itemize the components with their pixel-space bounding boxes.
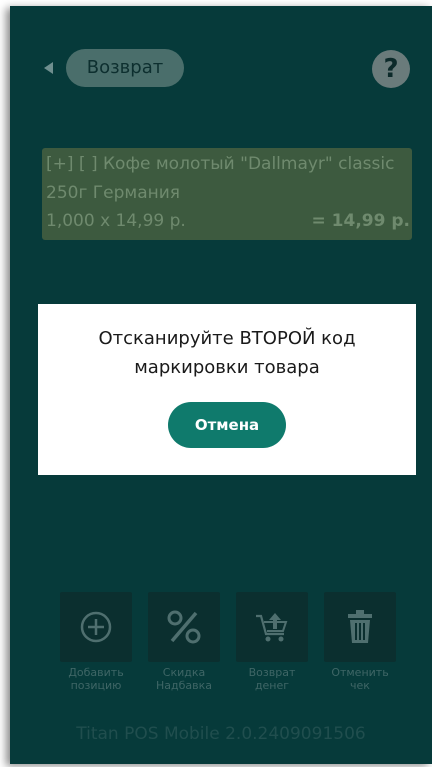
item-total: = 14,99 р. bbox=[311, 211, 410, 231]
discount-action[interactable]: Скидка Надбавка bbox=[148, 592, 220, 692]
help-icon[interactable]: ? bbox=[372, 50, 410, 88]
return-mode-button[interactable]: Возврат bbox=[66, 49, 184, 87]
dialog-message-line1: Отсканируйте ВТОРОЙ код bbox=[98, 328, 356, 349]
cancel-check-button[interactable] bbox=[324, 592, 396, 662]
dialog-message-line2: маркировки товара bbox=[134, 357, 320, 378]
discount-label: Скидка Надбавка bbox=[155, 666, 212, 692]
cancel-check-label: Отменить чек bbox=[331, 666, 389, 692]
add-position-action[interactable]: Добавить позицию bbox=[60, 592, 132, 692]
cancel-check-action[interactable]: Отменить чек bbox=[324, 592, 396, 692]
item-name: [+] [ ] Кофе молотый "Dallmayr" classic … bbox=[46, 154, 395, 203]
discount-button[interactable] bbox=[148, 592, 220, 662]
refund-action[interactable]: Возврат денег bbox=[236, 592, 308, 692]
back-arrow-icon[interactable] bbox=[44, 62, 53, 74]
return-cart-icon bbox=[256, 613, 288, 642]
add-position-button[interactable] bbox=[60, 592, 132, 662]
item-quantity-price: 1,000 x 14,99 р. bbox=[46, 211, 186, 231]
app-version: Titan POS Mobile 2.0.2409091506 bbox=[76, 724, 366, 744]
add-position-label: Добавить позицию bbox=[68, 666, 124, 692]
percent-icon bbox=[167, 610, 201, 644]
scan-dialog: Отсканируйте ВТОРОЙ код маркировки товар… bbox=[38, 304, 416, 475]
dialog-message: Отсканируйте ВТОРОЙ код маркировки товар… bbox=[38, 324, 416, 382]
refund-button[interactable] bbox=[236, 592, 308, 662]
cancel-button[interactable]: Отмена bbox=[168, 402, 286, 448]
plus-circle-icon bbox=[80, 611, 112, 643]
trash-icon bbox=[348, 610, 372, 643]
app-screen: Возврат ? [+] [ ] Кофе молотый "Dallmayr… bbox=[10, 6, 432, 764]
top-bar: Возврат ? bbox=[10, 6, 432, 136]
action-bar: Добавить позицию Скидка Надбавка Возврат… bbox=[10, 592, 432, 702]
refund-label: Возврат денег bbox=[248, 666, 296, 692]
receipt-item[interactable]: [+] [ ] Кофе молотый "Dallmayr" classic … bbox=[42, 148, 412, 240]
